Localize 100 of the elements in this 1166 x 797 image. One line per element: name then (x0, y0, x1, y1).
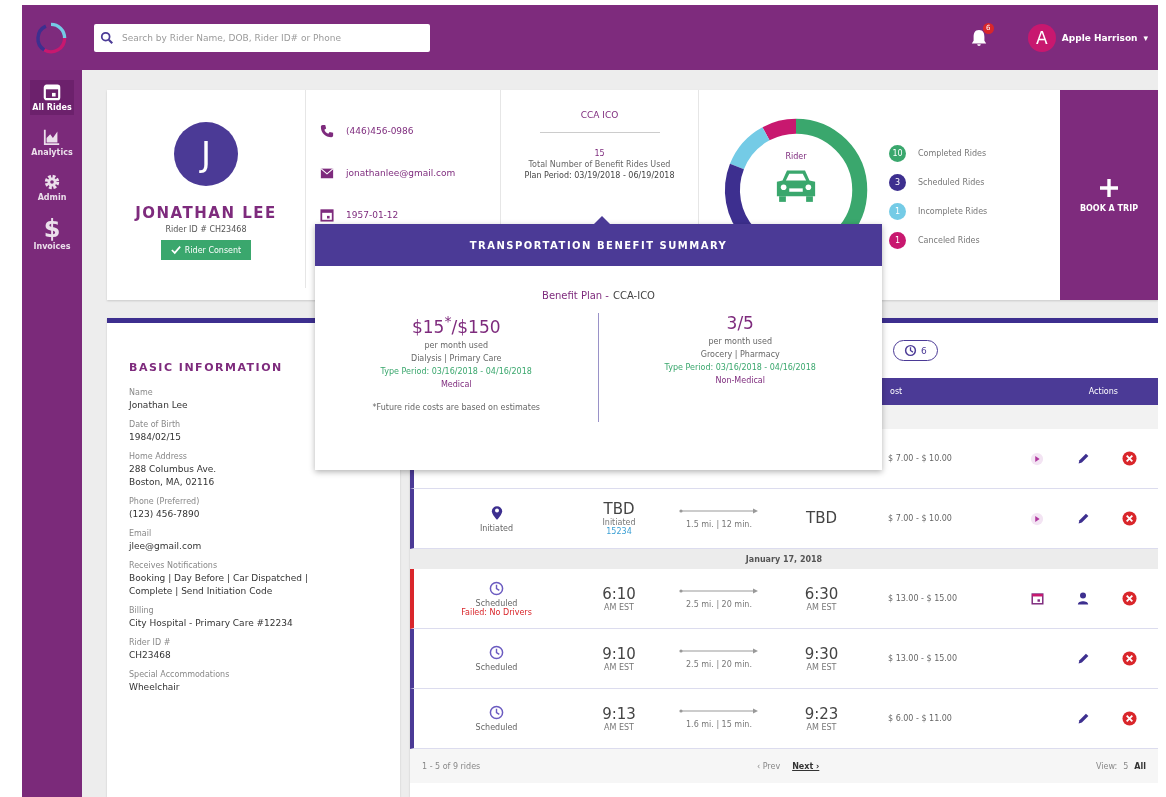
dollar-icon: $ (43, 218, 61, 240)
pickup-time: 9:13 (602, 705, 636, 723)
column-header: ost (890, 387, 903, 396)
pickup-time: 9:10 (602, 645, 636, 663)
email-icon (320, 166, 334, 180)
route-arrow-icon (679, 508, 759, 514)
ride-distance: 1.6 mi. | 15 min. (686, 720, 752, 729)
clock-icon (489, 645, 504, 660)
field-label: Special Accommodations (129, 670, 230, 679)
pickup-time: 6:10 (602, 585, 636, 603)
pickup-time: TBD (603, 501, 635, 518)
field-label: Home Address (129, 452, 188, 461)
calendar-icon[interactable] (1030, 592, 1044, 605)
benefit-category: Medical (440, 379, 472, 389)
cancel-icon[interactable] (1121, 511, 1137, 526)
ride-status: Scheduled (475, 663, 518, 672)
search-field[interactable]: Search by Rider Name, DOB, Rider ID# or Phone (94, 23, 430, 52)
view-option[interactable]: 5 (1123, 761, 1129, 771)
pickup-note: Initiated (602, 518, 636, 527)
field-value: City Hospital - Primary Care #12234 (129, 617, 293, 630)
pickup-note: AM EST (604, 722, 634, 732)
sidebar-item[interactable]: Admin (35, 170, 69, 205)
view-label: View: (1095, 761, 1118, 771)
dropoff-note: AM EST (806, 602, 837, 612)
rider-name: JONATHAN LEE (135, 204, 277, 222)
ride-warning: Failed: No Drivers (461, 607, 532, 617)
section-title: BASIC INFORMATION (129, 361, 283, 374)
benefit-types: Grocery | Pharmacy (700, 350, 780, 359)
clock-icon (904, 344, 917, 357)
user-name[interactable]: Apple Harrison (1061, 32, 1138, 43)
edit-icon[interactable] (1076, 452, 1090, 465)
column-header: Actions (1088, 387, 1118, 396)
field-label: Phone (Preferred) (129, 497, 200, 506)
ride-row[interactable]: Scheduled 9:10 AM EST 2.5 mi. | 20 min. 9:30 AM EST $ 13.00 - $ 15.00 (410, 629, 1158, 689)
view-option[interactable]: All (1134, 761, 1146, 771)
legend-label: Completed Rides (918, 149, 987, 158)
benefit-category: Non-Medical (715, 376, 765, 385)
sidebar-item[interactable]: All Rides (30, 80, 74, 115)
legend-dot: 1 (889, 232, 906, 249)
plan-title: CCA ICO (539, 110, 660, 133)
benefit-plan-label: Benefit Plan - (542, 290, 609, 301)
route-arrow-icon (679, 588, 759, 594)
play-icon[interactable] (1030, 451, 1044, 466)
ride-cost: $ 6.00 - $ 11.00 (888, 714, 952, 723)
benefit-caption: per month used (708, 337, 773, 346)
user-avatar[interactable]: A (1027, 23, 1056, 52)
clock-icon (489, 705, 504, 720)
clock-icon (489, 580, 504, 596)
plan-period: Plan Period: 03/19/2018 - 06/19/2018 (524, 171, 675, 180)
benefit-types: Dialysis | Primary Care (410, 353, 502, 363)
edit-icon[interactable] (1076, 652, 1090, 665)
ride-status: Scheduled (475, 723, 518, 732)
benefit-period: Type Period: 03/16/2018 - 04/16/2018 (380, 366, 532, 376)
legend-dot: 1 (889, 203, 906, 220)
cancel-icon[interactable] (1121, 711, 1137, 726)
play-icon[interactable] (1030, 511, 1044, 526)
ride-cost: $ 13.00 - $ 15.00 (888, 594, 958, 603)
ride-status: Scheduled (475, 598, 518, 608)
sidebar-item[interactable]: Analytics (29, 125, 75, 160)
ride-cost: $ 13.00 - $ 15.00 (888, 654, 958, 663)
field-value: CH23468 (129, 649, 171, 662)
cancel-icon[interactable] (1121, 591, 1137, 606)
next-link[interactable]: Next › (792, 761, 820, 771)
field-value: jlee@gmail.com (129, 540, 202, 553)
contact-text: jonathanlee@gmail.com (346, 168, 456, 178)
ride-row[interactable]: Scheduled Failed: No Drivers 6:10 AM EST 2.5 mi. | 20 min. 6:30 AM EST $ 13.00 - $ 15.00 (410, 569, 1158, 629)
field-value: Wheelchair (129, 681, 180, 694)
person-icon[interactable] (1077, 591, 1089, 606)
chart-icon (43, 128, 61, 146)
calendar-icon (43, 83, 61, 101)
dropoff-time: TBD (806, 510, 837, 527)
dropoff-time: 9:23 (804, 705, 839, 723)
rides-used-caption: Total Number of Benefit Rides Used (528, 160, 671, 169)
sidebar-item[interactable]: $ Invoices (31, 215, 73, 254)
benefit-amount: 3/5 (726, 313, 754, 333)
book-trip-button[interactable]: BOOK A TRIP (1060, 90, 1158, 300)
contact-text: 1957-01-12 (346, 210, 399, 220)
rider-avatar: J (174, 122, 238, 186)
rider-id: Rider ID # CH23468 (165, 225, 247, 234)
cancel-icon[interactable] (1121, 651, 1137, 666)
route-arrow-icon (679, 648, 759, 654)
prev-link[interactable]: ‹ Prev (756, 761, 781, 771)
dropoff-note: AM EST (806, 722, 837, 732)
cancel-icon[interactable] (1121, 451, 1137, 466)
edit-icon[interactable] (1076, 512, 1090, 525)
ride-status: Initiated (479, 523, 514, 533)
date-separator: January 17, 2018 (410, 549, 1158, 569)
field-label: Billing (129, 606, 154, 615)
edit-icon[interactable] (1076, 712, 1090, 725)
popover-title: TRANSPORTATION BENEFIT SUMMARY (315, 224, 882, 266)
ride-distance: 1.5 mi. | 12 min. (686, 520, 752, 529)
pin-icon (490, 504, 503, 521)
donut-label: Rider (785, 152, 807, 161)
logo-icon (34, 20, 68, 55)
notification-bell-icon[interactable] (969, 27, 988, 48)
field-label: Name (129, 388, 153, 397)
pickup-note: AM EST (604, 662, 634, 672)
route-arrow-icon (679, 708, 759, 714)
caret-icon[interactable]: ▾ (1143, 32, 1148, 43)
field-label: Receives Notifications (129, 561, 218, 570)
